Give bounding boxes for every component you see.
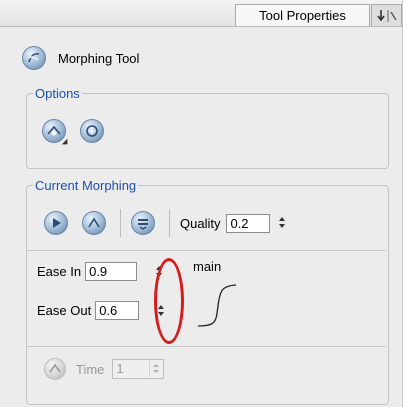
time-spinner[interactable] — [149, 361, 162, 377]
quality-spinner[interactable] — [279, 216, 287, 230]
options-button-row — [42, 119, 118, 148]
options-legend: Options — [35, 86, 80, 101]
quality-label: Quality — [180, 215, 221, 231]
morph-step-button[interactable] — [82, 211, 106, 235]
time-label: Time — [76, 361, 105, 377]
ease-in-label: Ease In — [37, 264, 82, 279]
morph-time-icon[interactable] — [44, 358, 66, 380]
toolbar-separator — [169, 209, 170, 237]
current-morphing-toolbar: Quality 0.2 — [44, 209, 287, 237]
section-divider — [26, 250, 386, 251]
panel-tab-bar: Tool Properties — [0, 0, 402, 27]
morph-play-button[interactable] — [44, 211, 68, 235]
time-input[interactable]: 1 — [112, 359, 165, 379]
ease-out-row: Ease Out 0.6 — [37, 301, 166, 320]
morph-step-icon — [82, 211, 106, 235]
dock-icon — [377, 10, 397, 22]
morph-mode-button[interactable] — [42, 119, 71, 148]
morphing-tool-icon — [22, 46, 46, 70]
morph-settings-button[interactable] — [80, 119, 104, 143]
ease-out-input[interactable]: 0.6 — [95, 301, 140, 320]
spin-up-icon — [279, 217, 286, 221]
ease-curve-icon — [197, 284, 237, 327]
tab-tool-properties[interactable]: Tool Properties — [235, 4, 370, 26]
toolbar-separator — [120, 209, 121, 237]
current-morphing-legend: Current Morphing — [35, 178, 137, 193]
highlight-circle — [154, 258, 184, 344]
tool-header: Morphing Tool — [22, 45, 139, 71]
ease-in-input[interactable]: 0.9 — [85, 262, 138, 281]
morph-list-icon — [131, 211, 155, 235]
tool-properties-panel: Tool Properties Morphing Tool Options Cu… — [0, 0, 403, 407]
morph-list-button[interactable] — [131, 211, 155, 235]
spin-down-icon — [279, 224, 286, 228]
tool-name: Morphing Tool — [58, 50, 140, 66]
quality-input[interactable]: 0.2 — [226, 213, 271, 233]
morph-play-icon — [44, 211, 68, 235]
time-row: Time 1 — [44, 358, 165, 380]
tab-dock[interactable] — [371, 4, 402, 26]
ease-out-label: Ease Out — [37, 303, 92, 318]
time-value: 1 — [116, 361, 124, 376]
section-divider — [26, 346, 386, 347]
morph-settings-icon — [80, 119, 104, 143]
ease-in-row: Ease In 0.9 — [37, 262, 164, 281]
curve-label: main — [193, 259, 222, 274]
morph-mode-icon — [42, 119, 66, 143]
